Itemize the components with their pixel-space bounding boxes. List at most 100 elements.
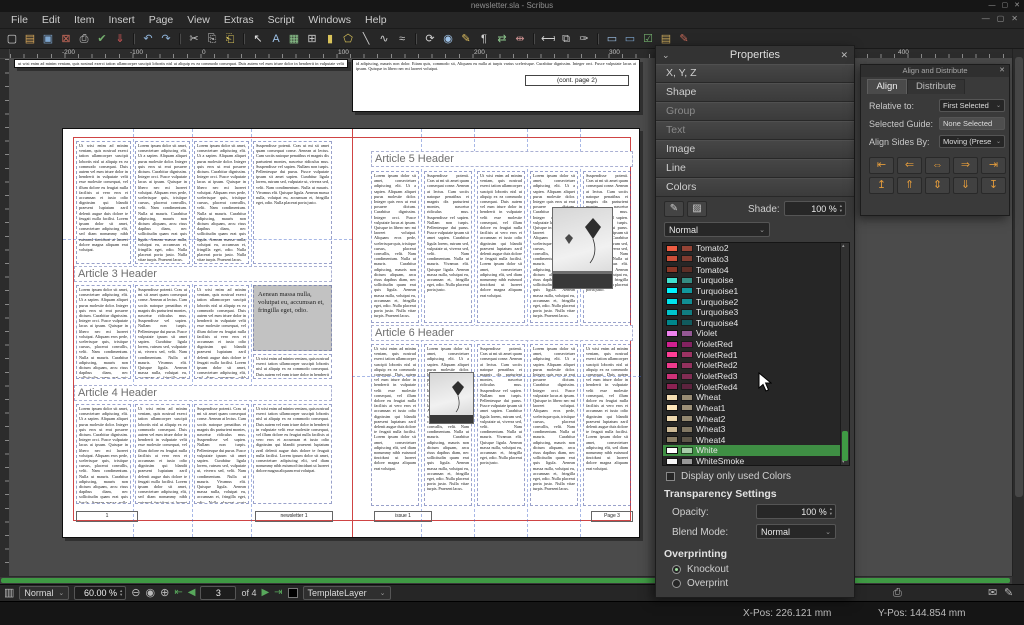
mdi-restore-icon[interactable]: ▢ (997, 14, 1005, 23)
article-4-header[interactable]: Article 4 Header (74, 385, 332, 401)
color-list-item[interactable]: Wheat3 (663, 424, 849, 435)
align-right-sides-icon[interactable]: ⇒ (953, 157, 978, 174)
copy-icon[interactable]: ⎘ (204, 31, 220, 47)
color-list-item[interactable]: Tomato4 (663, 264, 849, 275)
edit-fill-color-button[interactable]: ▨ (687, 201, 707, 217)
text-frame[interactable]: Lorem ipsum dolor sit amet, consectetuer… (424, 344, 472, 506)
insert-bezier-icon[interactable]: ∿ (376, 31, 392, 47)
layer-select[interactable]: TemplateLayer ⌄ (303, 586, 391, 600)
article-5-header[interactable]: Article 5 Header (371, 151, 633, 167)
column-guide[interactable] (133, 129, 134, 537)
menu-item[interactable]: Windows (301, 12, 358, 28)
spin-down-icon[interactable]: ▾ (840, 209, 842, 214)
edit-line-color-button[interactable]: ✎ (664, 201, 684, 217)
zoom-out-icon[interactable]: ⊖ (131, 586, 140, 600)
zoom-input[interactable]: 60.00 % ▴▾ (74, 586, 126, 600)
color-list-item[interactable]: Wheat (663, 392, 849, 403)
edit-icon[interactable]: ✎ (1004, 586, 1013, 600)
mail-icon[interactable]: ✉ (988, 586, 997, 600)
text-frame[interactable]: Suspendisse potenti. Cras ut mi sit amet… (477, 344, 525, 506)
first-page-icon[interactable]: ⇤ (174, 586, 182, 600)
color-list-item[interactable]: VioletRed1 (663, 349, 849, 360)
unlink-text-frames-icon[interactable]: ⇹ (512, 31, 528, 47)
rotate-item-icon[interactable]: ⟳ (422, 31, 438, 47)
redo-icon[interactable]: ↷ (158, 31, 174, 47)
color-list-item[interactable]: Turquoise3 (663, 307, 849, 318)
knockout-radio[interactable] (672, 565, 681, 574)
save-document-icon[interactable]: ▣ (40, 31, 56, 47)
display-only-used-checkbox[interactable] (666, 472, 675, 481)
close-document-icon[interactable]: ⊠ (58, 31, 74, 47)
color-list-item[interactable]: Turquoise1 (663, 286, 849, 297)
section-image[interactable]: Image (656, 140, 854, 159)
text-frame[interactable]: Lorem ipsum dolor sit amet, consectetuer… (76, 285, 131, 379)
text-frame[interactable]: Ut wisi enim ad minim veniam, quis nostr… (477, 171, 525, 323)
zoom-icon[interactable]: ◉ (440, 31, 456, 47)
document-page[interactable]: Ut wisi enim ad minim veniam, quis nostr… (62, 128, 640, 538)
selected-guide-button[interactable]: None Selected (939, 117, 1005, 130)
color-list-item[interactable]: Violet (663, 328, 849, 339)
tab-distribute[interactable]: Distribute (907, 79, 965, 94)
select-item-icon[interactable]: ↖ (250, 31, 266, 47)
menu-item[interactable]: Edit (35, 12, 67, 28)
color-list-item[interactable]: VioletRed2 (663, 360, 849, 371)
previous-page-right[interactable]: id adipiscing, mauris non dolor. Etiam q… (352, 59, 640, 112)
horizontal-scrollbar-thumb[interactable] (1, 578, 1010, 583)
menu-item[interactable]: Script (261, 12, 302, 28)
color-list-item[interactable]: VioletRed3 (663, 371, 849, 382)
previous-page-left[interactable]: ut wisi enim ad minim veniam, quis nostr… (14, 59, 348, 68)
vertical-ruler[interactable] (0, 59, 10, 576)
color-list-item[interactable]: WhiteSmoke (663, 456, 849, 466)
spin-down-icon[interactable]: ▾ (830, 512, 832, 517)
tab-align[interactable]: Align (867, 79, 907, 94)
footer-title[interactable]: newsletter 1 (255, 511, 333, 522)
pdf-checkbox-icon[interactable]: ☑ (640, 31, 656, 47)
preview-quality-icon[interactable]: ▥ (4, 586, 14, 600)
color-list-item[interactable]: Wheat4 (663, 435, 849, 446)
text-frame[interactable]: Ut wisi enim ad minim veniam, quis nostr… (194, 285, 249, 379)
eyedropper-icon[interactable]: ✑ (576, 31, 592, 47)
align-right-guide-icon[interactable]: ⇥ (981, 157, 1006, 174)
open-document-icon[interactable]: ▤ (22, 31, 38, 47)
kite-photo-frame-small[interactable] (429, 372, 474, 424)
measurements-icon[interactable]: ⟷ (540, 31, 556, 47)
footer-page-number[interactable]: 1 (76, 511, 138, 522)
spin-down-icon[interactable]: ▾ (120, 593, 122, 598)
text-frame[interactable]: Ut wisi enim ad minim veniam, quis nostr… (583, 344, 631, 506)
link-text-frames-icon[interactable]: ⇄ (494, 31, 510, 47)
kite-photo-frame[interactable] (552, 207, 613, 289)
toolbar-separator[interactable] (243, 33, 245, 45)
zoom-in-icon[interactable]: ⊕ (160, 586, 169, 600)
footer-issue[interactable]: issue 1 (374, 511, 432, 522)
text-frame[interactable]: Lorem ipsum dolor sit amet, consectetuer… (371, 171, 419, 323)
story-editor-icon[interactable]: ¶ (476, 31, 492, 47)
color-list-scrollbar[interactable]: ▴ ▾ (840, 243, 849, 465)
insert-text-frame-icon[interactable]: A (268, 31, 284, 47)
insert-shape-icon[interactable]: ▮ (322, 31, 338, 47)
mdi-close-icon[interactable]: ✕ (1011, 14, 1018, 23)
horizontal-scrollbar[interactable] (0, 576, 1012, 584)
menu-item[interactable]: Page (142, 12, 181, 28)
column-guide[interactable] (251, 129, 252, 537)
menu-item[interactable]: Help (358, 12, 394, 28)
relative-to-select[interactable]: First Selected ⌄ (939, 99, 1005, 112)
previous-page-icon[interactable]: ◀ (188, 586, 196, 600)
section-colors[interactable]: Colors (656, 178, 854, 197)
center-vertical-axis-icon[interactable]: ⇔ (925, 157, 950, 174)
color-list-item[interactable]: VioletRed4 (663, 381, 849, 392)
color-list-item[interactable]: VioletRed (663, 339, 849, 350)
color-list-item[interactable]: Wheat1 (663, 403, 849, 414)
text-frame[interactable]: Ut wisi enim ad minim veniam, quis nostr… (253, 354, 332, 379)
copy-item-properties-icon[interactable]: ⧉ (558, 31, 574, 47)
text-frame[interactable]: Ut wisi enim ad minim veniam, quis nostr… (371, 344, 419, 506)
color-list-scrollbar-thumb[interactable] (842, 431, 848, 461)
opacity-input[interactable]: 100 % ▴▾ (756, 504, 836, 519)
insert-table-icon[interactable]: ⊞ (304, 31, 320, 47)
text-frame[interactable]: Lorem ipsum dolor sit amet, consectetuer… (76, 404, 131, 504)
window-minimize-icon[interactable]: — (989, 0, 996, 12)
text-frame[interactable]: Suspendisse potenti. Cras ut mi sit amet… (194, 404, 249, 504)
window-close-icon[interactable]: ✕ (1014, 0, 1020, 12)
pdf-textfield-icon[interactable]: ▭ (622, 31, 638, 47)
export-pdf-icon[interactable]: ⇓ (112, 31, 128, 47)
article-3-header[interactable]: Article 3 Header (74, 266, 332, 282)
